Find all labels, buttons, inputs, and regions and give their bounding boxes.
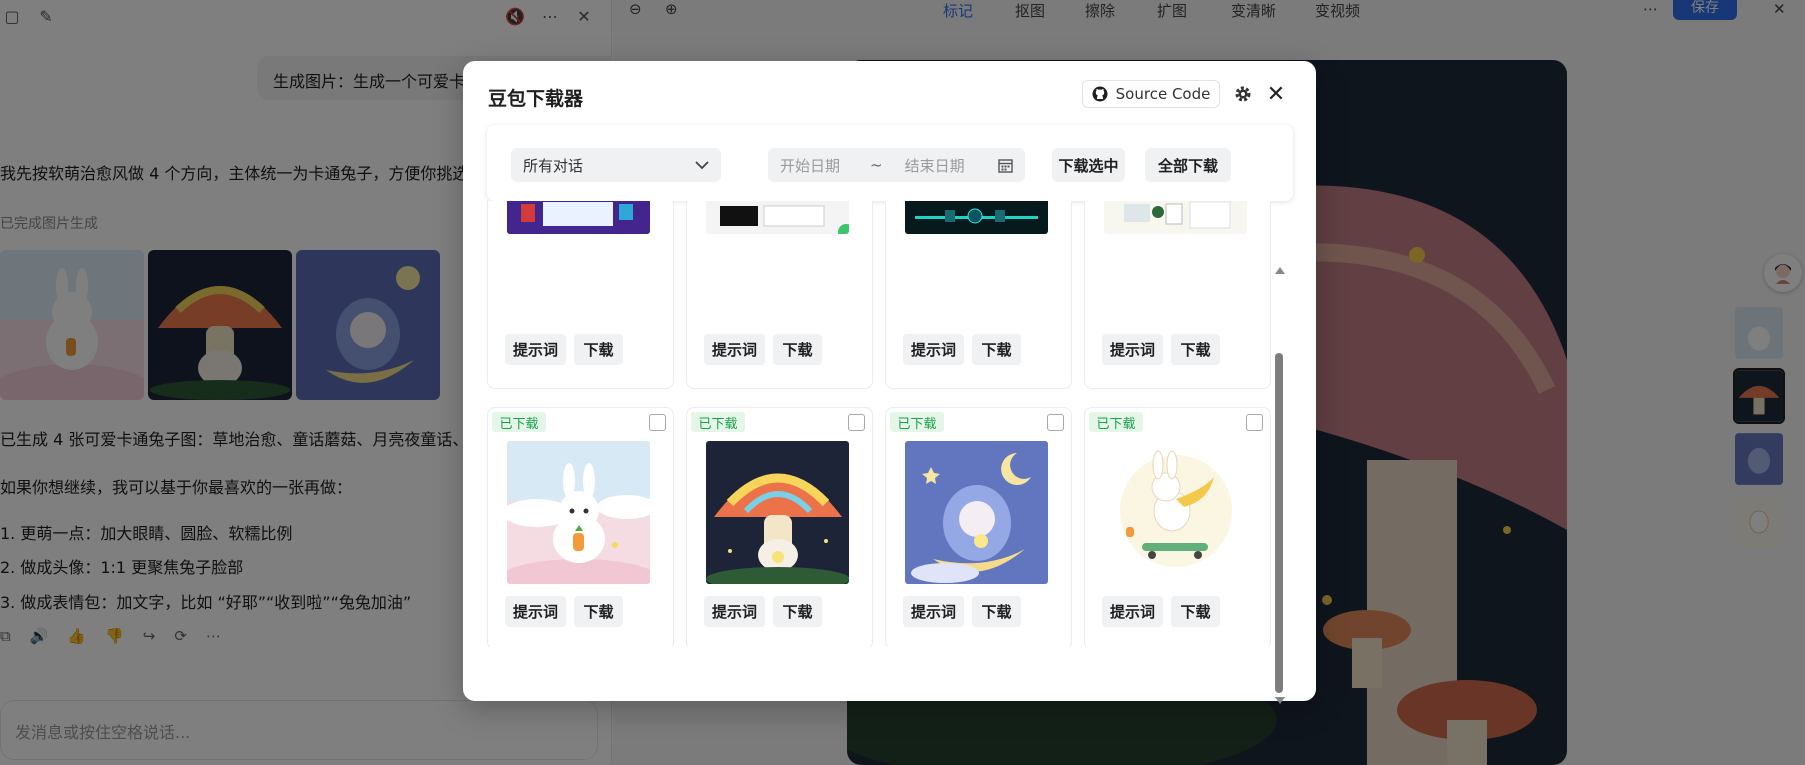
downloaded-tag: 已下载 — [1089, 412, 1143, 432]
card-image[interactable] — [507, 201, 650, 234]
card-image[interactable] — [706, 201, 849, 234]
download-all-button[interactable]: 全部下载 — [1145, 148, 1231, 182]
prompt-button[interactable]: 提示词 — [903, 596, 964, 627]
prompt-button[interactable]: 提示词 — [704, 596, 765, 627]
downloaded-tag: 已下载 — [691, 412, 745, 432]
select-checkbox[interactable] — [848, 414, 865, 431]
downloader-modal: 豆包下载器 Source Code ✕ 所有对话 开始日期 ~ 结束日期 下载选… — [463, 61, 1316, 704]
card-image[interactable] — [1104, 201, 1247, 234]
source-code-button[interactable]: Source Code — [1082, 80, 1220, 108]
end-date-input[interactable]: 结束日期 — [905, 155, 965, 176]
prompt-button[interactable]: 提示词 — [903, 334, 964, 365]
downloaded-tag: 已下载 — [492, 412, 546, 432]
download-button[interactable]: 下载 — [1171, 596, 1220, 627]
download-button[interactable]: 下载 — [574, 334, 623, 365]
scroll-down-arrow-icon[interactable] — [1275, 697, 1285, 704]
image-card: 已下载 提示词 下载 — [686, 407, 873, 647]
prompt-button[interactable]: 提示词 — [704, 334, 765, 365]
download-button[interactable]: 下载 — [574, 596, 623, 627]
filter-bar: 所有对话 开始日期 ~ 结束日期 下载选中 全部下载 — [487, 125, 1293, 201]
date-range-picker[interactable]: 开始日期 ~ 结束日期 — [768, 148, 1025, 182]
modal-title: 豆包下载器 — [488, 88, 584, 110]
chevron-down-icon — [695, 160, 709, 169]
grid-scrollbar[interactable] — [1273, 205, 1285, 704]
image-card: 提示词 下载 — [686, 201, 873, 389]
conversation-select[interactable]: 所有对话 — [511, 148, 721, 182]
image-card: 已下载 提示词 下载 — [885, 407, 1072, 647]
github-icon — [1092, 86, 1108, 102]
calendar-icon[interactable] — [998, 158, 1013, 173]
select-checkbox[interactable] — [1047, 414, 1064, 431]
select-checkbox[interactable] — [1246, 414, 1263, 431]
settings-gear-icon[interactable] — [1230, 81, 1256, 107]
source-code-label: Source Code — [1115, 85, 1211, 103]
scrollbar-thumb[interactable] — [1275, 353, 1283, 693]
select-checkbox[interactable] — [649, 414, 666, 431]
scroll-up-arrow-icon[interactable] — [1275, 267, 1285, 274]
prompt-button[interactable]: 提示词 — [1102, 334, 1163, 365]
download-button[interactable]: 下载 — [1171, 334, 1220, 365]
image-card: 已下载 提示词 下载 — [1084, 407, 1271, 647]
image-card: 提示词 下载 — [487, 201, 674, 389]
prompt-button[interactable]: 提示词 — [1102, 596, 1163, 627]
modal-close-icon[interactable]: ✕ — [1263, 81, 1289, 107]
image-card: 提示词 下载 — [1084, 201, 1271, 389]
card-image[interactable] — [905, 201, 1048, 234]
image-card: 提示词 下载 — [885, 201, 1072, 389]
conversation-select-value: 所有对话 — [523, 156, 584, 175]
card-image[interactable] — [1104, 441, 1247, 584]
downloaded-tag: 已下载 — [890, 412, 944, 432]
image-card: 已下载 提示词 下载 — [487, 407, 674, 647]
prompt-button[interactable]: 提示词 — [505, 596, 566, 627]
image-grid: 提示词 下载 提示词 下载 提示词 下载 提示词 下载 已下载 提示词 下载 已… — [487, 201, 1272, 647]
start-date-input[interactable]: 开始日期 — [780, 155, 840, 176]
date-range-separator: ~ — [870, 156, 883, 174]
download-button[interactable]: 下载 — [972, 334, 1021, 365]
download-button[interactable]: 下载 — [773, 596, 822, 627]
card-image[interactable] — [905, 441, 1048, 584]
download-button[interactable]: 下载 — [773, 334, 822, 365]
card-image[interactable] — [507, 441, 650, 584]
card-image[interactable] — [706, 441, 849, 584]
download-selected-button[interactable]: 下载选中 — [1052, 148, 1125, 182]
download-button[interactable]: 下载 — [972, 596, 1021, 627]
prompt-button[interactable]: 提示词 — [505, 334, 566, 365]
